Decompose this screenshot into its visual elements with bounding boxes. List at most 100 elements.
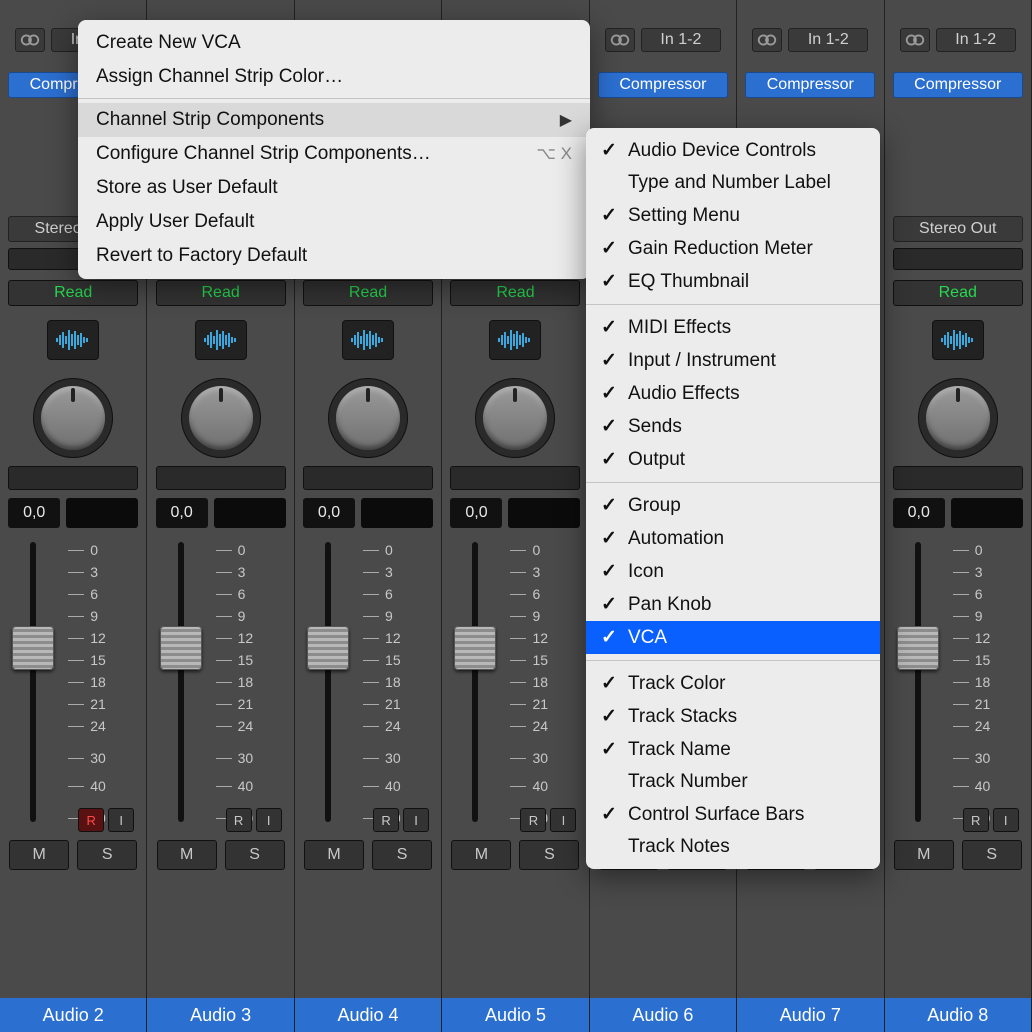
menu-item[interactable]: Create New VCA [78,26,590,60]
menu-item[interactable]: Apply User Default [78,205,590,239]
automation-mode-button[interactable]: Read [303,280,433,306]
pan-knob[interactable] [33,378,113,458]
track-name[interactable]: Audio 3 [147,998,293,1032]
fader-track[interactable] [915,542,921,822]
submenu-item[interactable]: ✓Audio Device Controls [586,134,880,167]
fader-track[interactable] [325,542,331,822]
mute-button[interactable]: M [451,840,511,870]
track-name[interactable]: Audio 8 [885,998,1031,1032]
track-icon[interactable] [47,320,99,360]
record-enable-button[interactable]: R [963,808,989,832]
input-monitor-button[interactable]: I [550,808,576,832]
record-enable-button[interactable]: R [226,808,252,832]
fader-cap[interactable] [160,626,202,670]
stereo-link-icon[interactable] [900,28,930,52]
submenu-item[interactable]: ✓Pan Knob [586,588,880,621]
track-name[interactable]: Audio 5 [442,998,588,1032]
vca-slot[interactable] [8,466,138,490]
input-monitor-button[interactable]: I [993,808,1019,832]
submenu-item[interactable]: ✓Output [586,443,880,476]
record-enable-button[interactable]: R [78,808,104,832]
submenu-item[interactable]: ✓Automation [586,522,880,555]
pan-knob[interactable] [181,378,261,458]
vca-slot[interactable] [303,466,433,490]
mute-button[interactable]: M [157,840,217,870]
fader-cap[interactable] [454,626,496,670]
submenu-item[interactable]: Type and Number Label [586,167,880,199]
track-name[interactable]: Audio 6 [590,998,736,1032]
fader-track[interactable] [178,542,184,822]
menu-item[interactable]: Revert to Factory Default [78,239,590,273]
track-icon[interactable] [342,320,394,360]
fader-track[interactable] [472,542,478,822]
submenu-item[interactable]: ✓Track Color [586,667,880,700]
submenu-channel-strip-components[interactable]: ✓Audio Device ControlsType and Number La… [586,128,880,869]
menu-item[interactable]: Assign Channel Strip Color… [78,60,590,94]
pan-knob[interactable] [918,378,998,458]
solo-button[interactable]: S [519,840,579,870]
submenu-item[interactable]: ✓Setting Menu [586,199,880,232]
stereo-link-icon[interactable] [605,28,635,52]
menu-item[interactable]: Configure Channel Strip Components…⌥ X [78,137,590,171]
automation-mode-button[interactable]: Read [450,280,580,306]
vca-slot[interactable] [893,466,1023,490]
input-label[interactable]: In 1-2 [788,28,868,52]
fader-track[interactable] [30,542,36,822]
submenu-item[interactable]: Track Notes [586,831,880,863]
track-icon[interactable] [195,320,247,360]
input-monitor-button[interactable]: I [256,808,282,832]
track-icon[interactable] [489,320,541,360]
automation-mode-button[interactable]: Read [156,280,286,306]
fader-cap[interactable] [12,626,54,670]
submenu-item[interactable]: ✓Control Surface Bars [586,798,880,831]
fader-value[interactable]: 0,0 [303,498,355,528]
solo-button[interactable]: S [962,840,1022,870]
fader-value[interactable]: 0,0 [450,498,502,528]
fader-value[interactable]: 0,0 [156,498,208,528]
input-monitor-button[interactable]: I [403,808,429,832]
mute-button[interactable]: M [304,840,364,870]
track-name[interactable]: Audio 7 [737,998,883,1032]
submenu-item[interactable]: Track Number [586,766,880,798]
submenu-item[interactable]: ✓Input / Instrument [586,344,880,377]
vca-slot[interactable] [156,466,286,490]
submenu-item[interactable]: ✓Audio Effects [586,377,880,410]
menu-item[interactable]: Channel Strip Components▶ [78,103,590,137]
submenu-item[interactable]: ✓Track Name [586,733,880,766]
menu-item[interactable]: Store as User Default [78,171,590,205]
output-slot[interactable]: Stereo Out [893,216,1023,242]
context-menu[interactable]: Create New VCAAssign Channel Strip Color… [78,20,590,279]
pan-knob[interactable] [328,378,408,458]
input-monitor-button[interactable]: I [108,808,134,832]
submenu-item[interactable]: ✓Group [586,489,880,522]
fader-cap[interactable] [897,626,939,670]
insert-compressor[interactable]: Compressor [598,72,728,98]
submenu-item[interactable]: ✓VCA [586,621,880,654]
stereo-link-icon[interactable] [15,28,45,52]
stereo-link-icon[interactable] [752,28,782,52]
vca-slot[interactable] [450,466,580,490]
fader-value[interactable]: 0,0 [893,498,945,528]
solo-button[interactable]: S [77,840,137,870]
submenu-item[interactable]: ✓Sends [586,410,880,443]
submenu-item[interactable]: ✓Icon [586,555,880,588]
input-label[interactable]: In 1-2 [936,28,1016,52]
solo-button[interactable]: S [225,840,285,870]
submenu-item[interactable]: ✓MIDI Effects [586,311,880,344]
submenu-item[interactable]: ✓Gain Reduction Meter [586,232,880,265]
track-icon[interactable] [932,320,984,360]
record-enable-button[interactable]: R [520,808,546,832]
fader-cap[interactable] [307,626,349,670]
insert-compressor[interactable]: Compressor [893,72,1023,98]
track-name[interactable]: Audio 2 [0,998,146,1032]
insert-compressor[interactable]: Compressor [745,72,875,98]
submenu-item[interactable]: ✓EQ Thumbnail [586,265,880,298]
automation-mode-button[interactable]: Read [893,280,1023,306]
record-enable-button[interactable]: R [373,808,399,832]
solo-button[interactable]: S [372,840,432,870]
input-label[interactable]: In 1-2 [641,28,721,52]
submenu-item[interactable]: ✓Track Stacks [586,700,880,733]
group-slot[interactable] [893,248,1023,270]
mute-button[interactable]: M [9,840,69,870]
fader-value[interactable]: 0,0 [8,498,60,528]
